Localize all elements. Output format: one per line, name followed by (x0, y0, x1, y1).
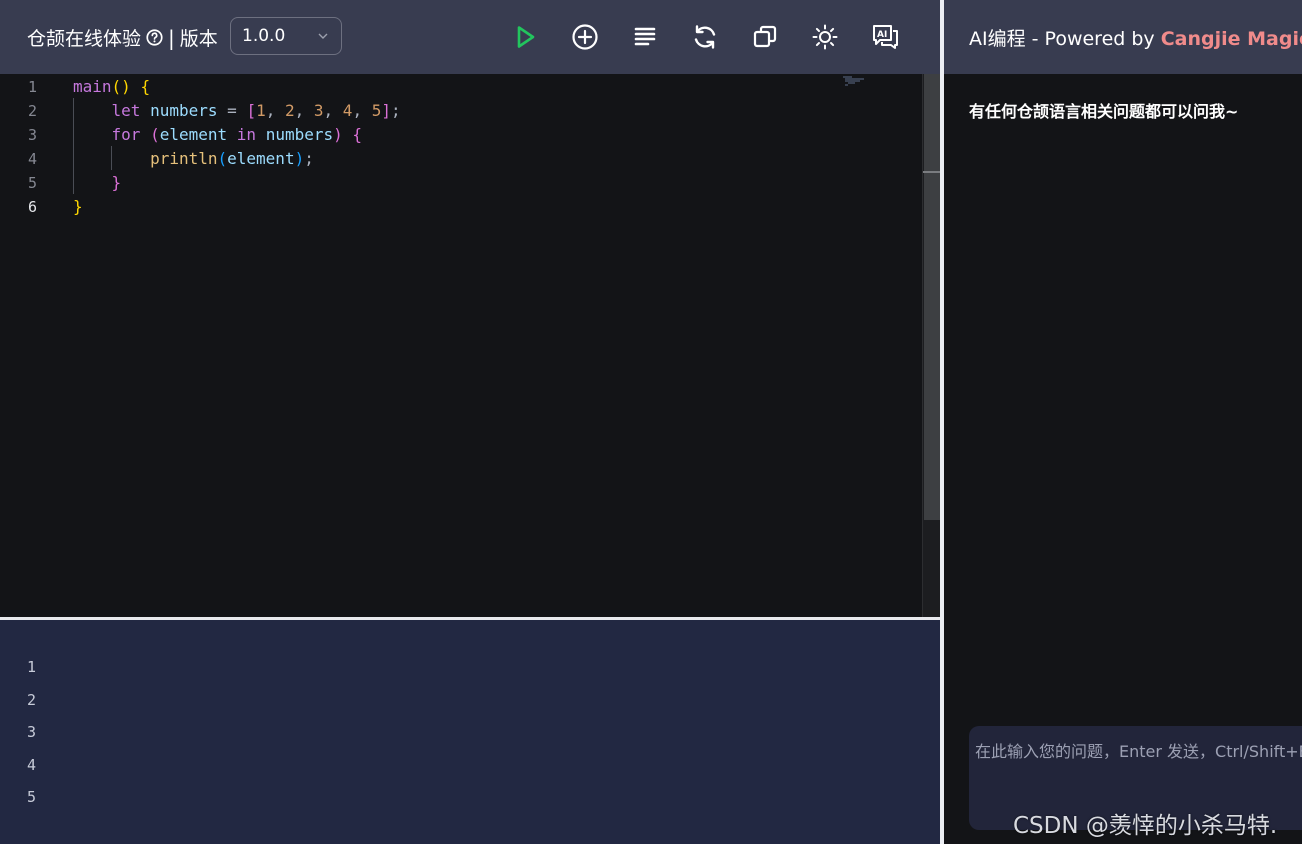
ai-chat-panel: 有任何仓颉语言相关问题都可以问我~ 在此输入您的问题，Enter 发送，Ctrl… (944, 74, 1302, 844)
token: { (352, 125, 363, 144)
token: ) (294, 149, 305, 168)
run-button[interactable] (507, 19, 543, 55)
new-button[interactable] (567, 19, 603, 55)
theme-button[interactable] (807, 19, 843, 55)
token: [ (246, 101, 257, 120)
watermark: CSDN @羡悻的小杀马特. (1013, 813, 1278, 839)
token: } (73, 197, 83, 216)
editor-header: 仓颉在线体验 | 版本 1.0.0 AI (0, 0, 940, 74)
play-icon (517, 26, 535, 48)
token: 1 (256, 101, 266, 120)
editor-scrollbar[interactable] (922, 74, 941, 617)
help-icon[interactable] (146, 29, 163, 46)
code-line-1: main() { (73, 75, 150, 99)
code-line-5: } (73, 171, 122, 195)
svg-text:AI: AI (877, 30, 887, 40)
sun-icon (812, 24, 838, 50)
plus-circle-icon (572, 24, 598, 50)
version-value: 1.0.0 (242, 26, 286, 46)
ai-title-prefix: AI编程 - Powered by (969, 28, 1161, 50)
token: } (111, 173, 122, 192)
copy-icon (753, 25, 777, 48)
token: ) (333, 125, 343, 144)
version-label: 版本 (179, 28, 218, 50)
line-number: 2 (28, 102, 38, 120)
ai-panel-title: AI编程 - Powered by Cangjie Magic (969, 24, 1302, 51)
token: 2 (284, 101, 295, 120)
token: element (159, 125, 228, 144)
token: numbers (150, 101, 218, 120)
ai-chat-icon: AI (873, 25, 898, 49)
separator: | (168, 25, 175, 50)
code-line-4: println(element); (150, 149, 314, 168)
output-line: 1 (27, 658, 37, 676)
ai-brand-name: Cangjie Magic (1160, 28, 1302, 50)
code-editor[interactable]: 1 2 3 4 5 6 main() { let numbers = [1, 2… (0, 74, 941, 617)
scroll-thumb[interactable] (924, 74, 940, 520)
ai-welcome-text: 有任何仓颉语言相关问题都可以问我~ (969, 102, 1239, 121)
token: for (111, 125, 141, 144)
code-line-6: } (73, 195, 83, 219)
token: ( (150, 125, 160, 144)
output-line: 3 (27, 723, 37, 741)
output-line: 4 (27, 756, 37, 774)
minimap[interactable] (842, 76, 876, 86)
token: 4 (342, 101, 353, 120)
ai-panel-header: AI编程 - Powered by Cangjie Magic (944, 0, 1302, 74)
refresh-icon (694, 25, 716, 49)
line-number: 3 (28, 126, 38, 144)
code-line-3: for (element in numbers) { (73, 123, 363, 147)
page-title: 仓颉在线体验 (27, 28, 142, 50)
chevron-down-icon (318, 33, 328, 39)
align-lines-icon (634, 27, 656, 46)
output-line: 5 (27, 788, 37, 806)
ai-button[interactable]: AI (867, 19, 903, 55)
line-number: 4 (28, 150, 38, 168)
code-line-2: let numbers = [1, 2, 3, 4, 5]; (111, 101, 401, 120)
token: numbers (265, 125, 334, 144)
token: element (227, 149, 295, 168)
line-number: 1 (28, 78, 38, 96)
token: () (111, 77, 131, 96)
token: { (140, 77, 151, 96)
token: let (111, 101, 141, 120)
token: ] (381, 101, 391, 120)
copy-button[interactable] (747, 19, 783, 55)
ai-input-placeholder: 在此输入您的问题，Enter 发送，Ctrl/Shift+Enter 换行 (975, 742, 1302, 761)
token: main (73, 77, 112, 96)
token: ( (217, 149, 228, 168)
token: in (236, 125, 257, 144)
token: 3 (313, 101, 324, 120)
cursor-marker (923, 171, 940, 173)
output-panel: 1 2 3 4 5 (0, 620, 940, 844)
version-select[interactable]: 1.0.0 (230, 17, 342, 55)
line-number: 6 (28, 198, 38, 216)
line-number: 5 (28, 174, 38, 192)
format-button[interactable] (627, 19, 663, 55)
token: = (227, 101, 237, 120)
reset-button[interactable] (687, 19, 723, 55)
token: 5 (371, 101, 382, 120)
output-line: 2 (27, 691, 37, 709)
brand: 仓颉在线体验 | 版本 (27, 24, 218, 51)
token: println (150, 149, 218, 168)
